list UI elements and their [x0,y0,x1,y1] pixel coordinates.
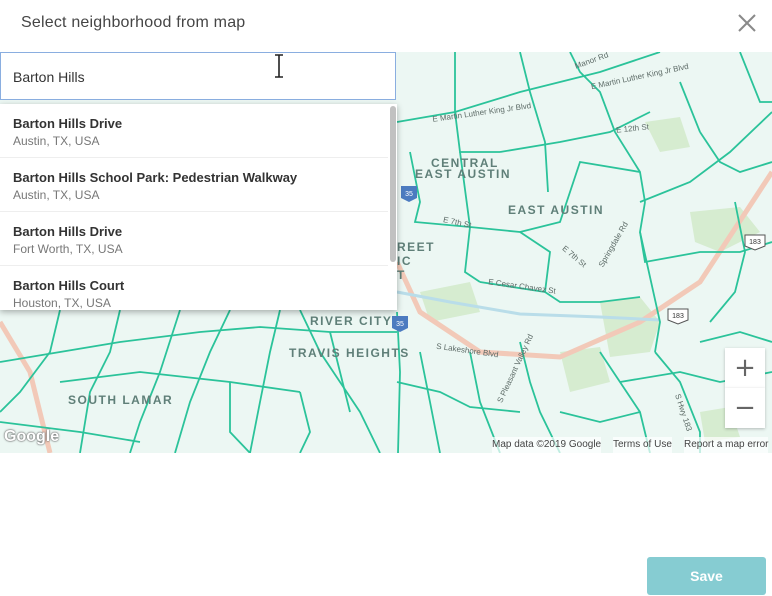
i35-shield-a: 35 [405,191,413,198]
suggestion-secondary-text: Austin, TX, USA [13,188,100,202]
suggestion-item[interactable]: Barton Hills School Park: Pedestrian Wal… [0,158,388,212]
report-map-error-link[interactable]: Report a map error [684,437,769,453]
search-box [0,52,396,100]
search-input[interactable] [13,66,383,88]
zoom-out-button[interactable]: − [725,388,765,428]
close-icon[interactable] [736,12,758,34]
i35-shield-b: 35 [396,321,404,328]
save-button[interactable]: Save [647,557,766,595]
dialog-header: Select neighborhood from map [0,0,772,52]
dialog-title: Select neighborhood from map [21,14,246,31]
suggestion-main-text: Barton Hills Court [13,278,125,293]
autocomplete-dropdown: Barton Hills Drive Austin, TX, USA Barto… [0,104,397,310]
map-data-attribution: Map data ©2019 Google [492,437,602,453]
text-cursor-icon [275,54,283,78]
suggestion-secondary-text: Fort Worth, TX, USA [13,242,123,256]
suggestion-item[interactable]: Barton Hills Court Houston, TX, USA [0,266,388,310]
terms-of-use-link[interactable]: Terms of Use [613,437,672,453]
suggestion-secondary-text: Austin, TX, USA [13,134,100,148]
suggestion-main-text: Barton Hills Drive [13,224,123,239]
us183-shield-a: 183 [749,239,761,246]
plus-icon: + [734,353,756,383]
suggestion-main-text: Barton Hills Drive [13,116,123,131]
suggestion-item[interactable]: Barton Hills Drive Austin, TX, USA [0,104,388,158]
us183-shield-b: 183 [672,313,684,320]
suggestion-secondary-text: Houston, TX, USA [13,296,111,310]
google-logo: Google [4,428,60,445]
zoom-in-button[interactable]: + [725,348,765,388]
suggestion-item[interactable]: Barton Hills Drive Fort Worth, TX, USA [0,212,388,266]
dropdown-scrollbar[interactable] [390,106,396,262]
minus-icon: − [734,393,756,423]
suggestion-main-text: Barton Hills School Park: Pedestrian Wal… [13,170,298,185]
